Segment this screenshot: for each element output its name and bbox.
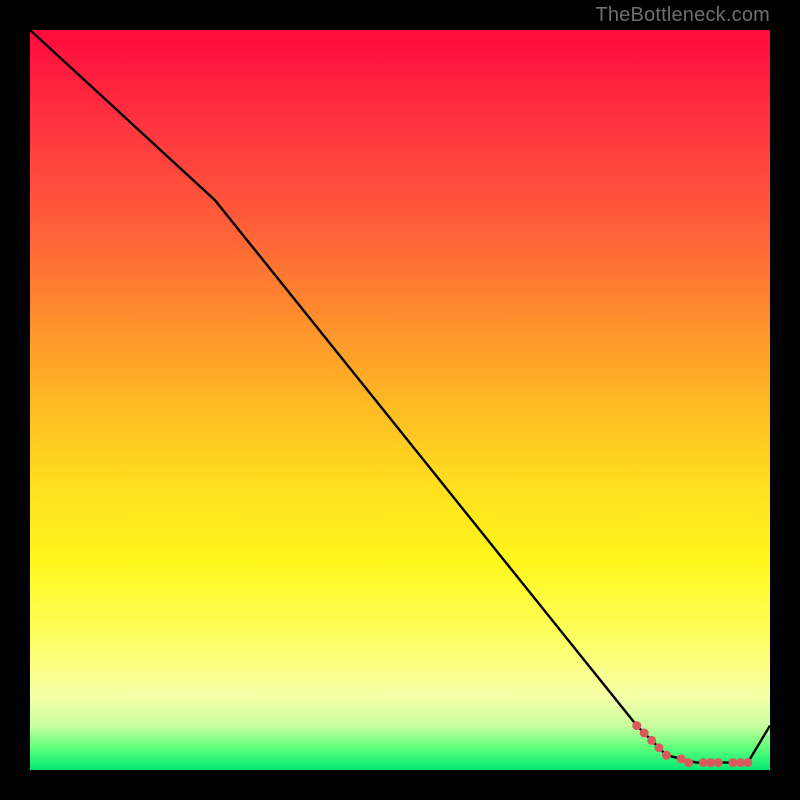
marker-point [640, 729, 649, 738]
curve-line [30, 30, 770, 763]
marker-point [647, 736, 656, 745]
plot-area [30, 30, 770, 770]
marker-point [632, 721, 641, 730]
marker-point [655, 743, 664, 752]
marker-point [662, 751, 671, 760]
marker-point [743, 758, 752, 767]
chart-stage: TheBottleneck.com [0, 0, 800, 800]
marker-point [714, 758, 723, 767]
chart-svg [30, 30, 770, 770]
marker-points [632, 721, 752, 767]
watermark-text: TheBottleneck.com [595, 4, 770, 27]
marker-point [684, 758, 693, 767]
